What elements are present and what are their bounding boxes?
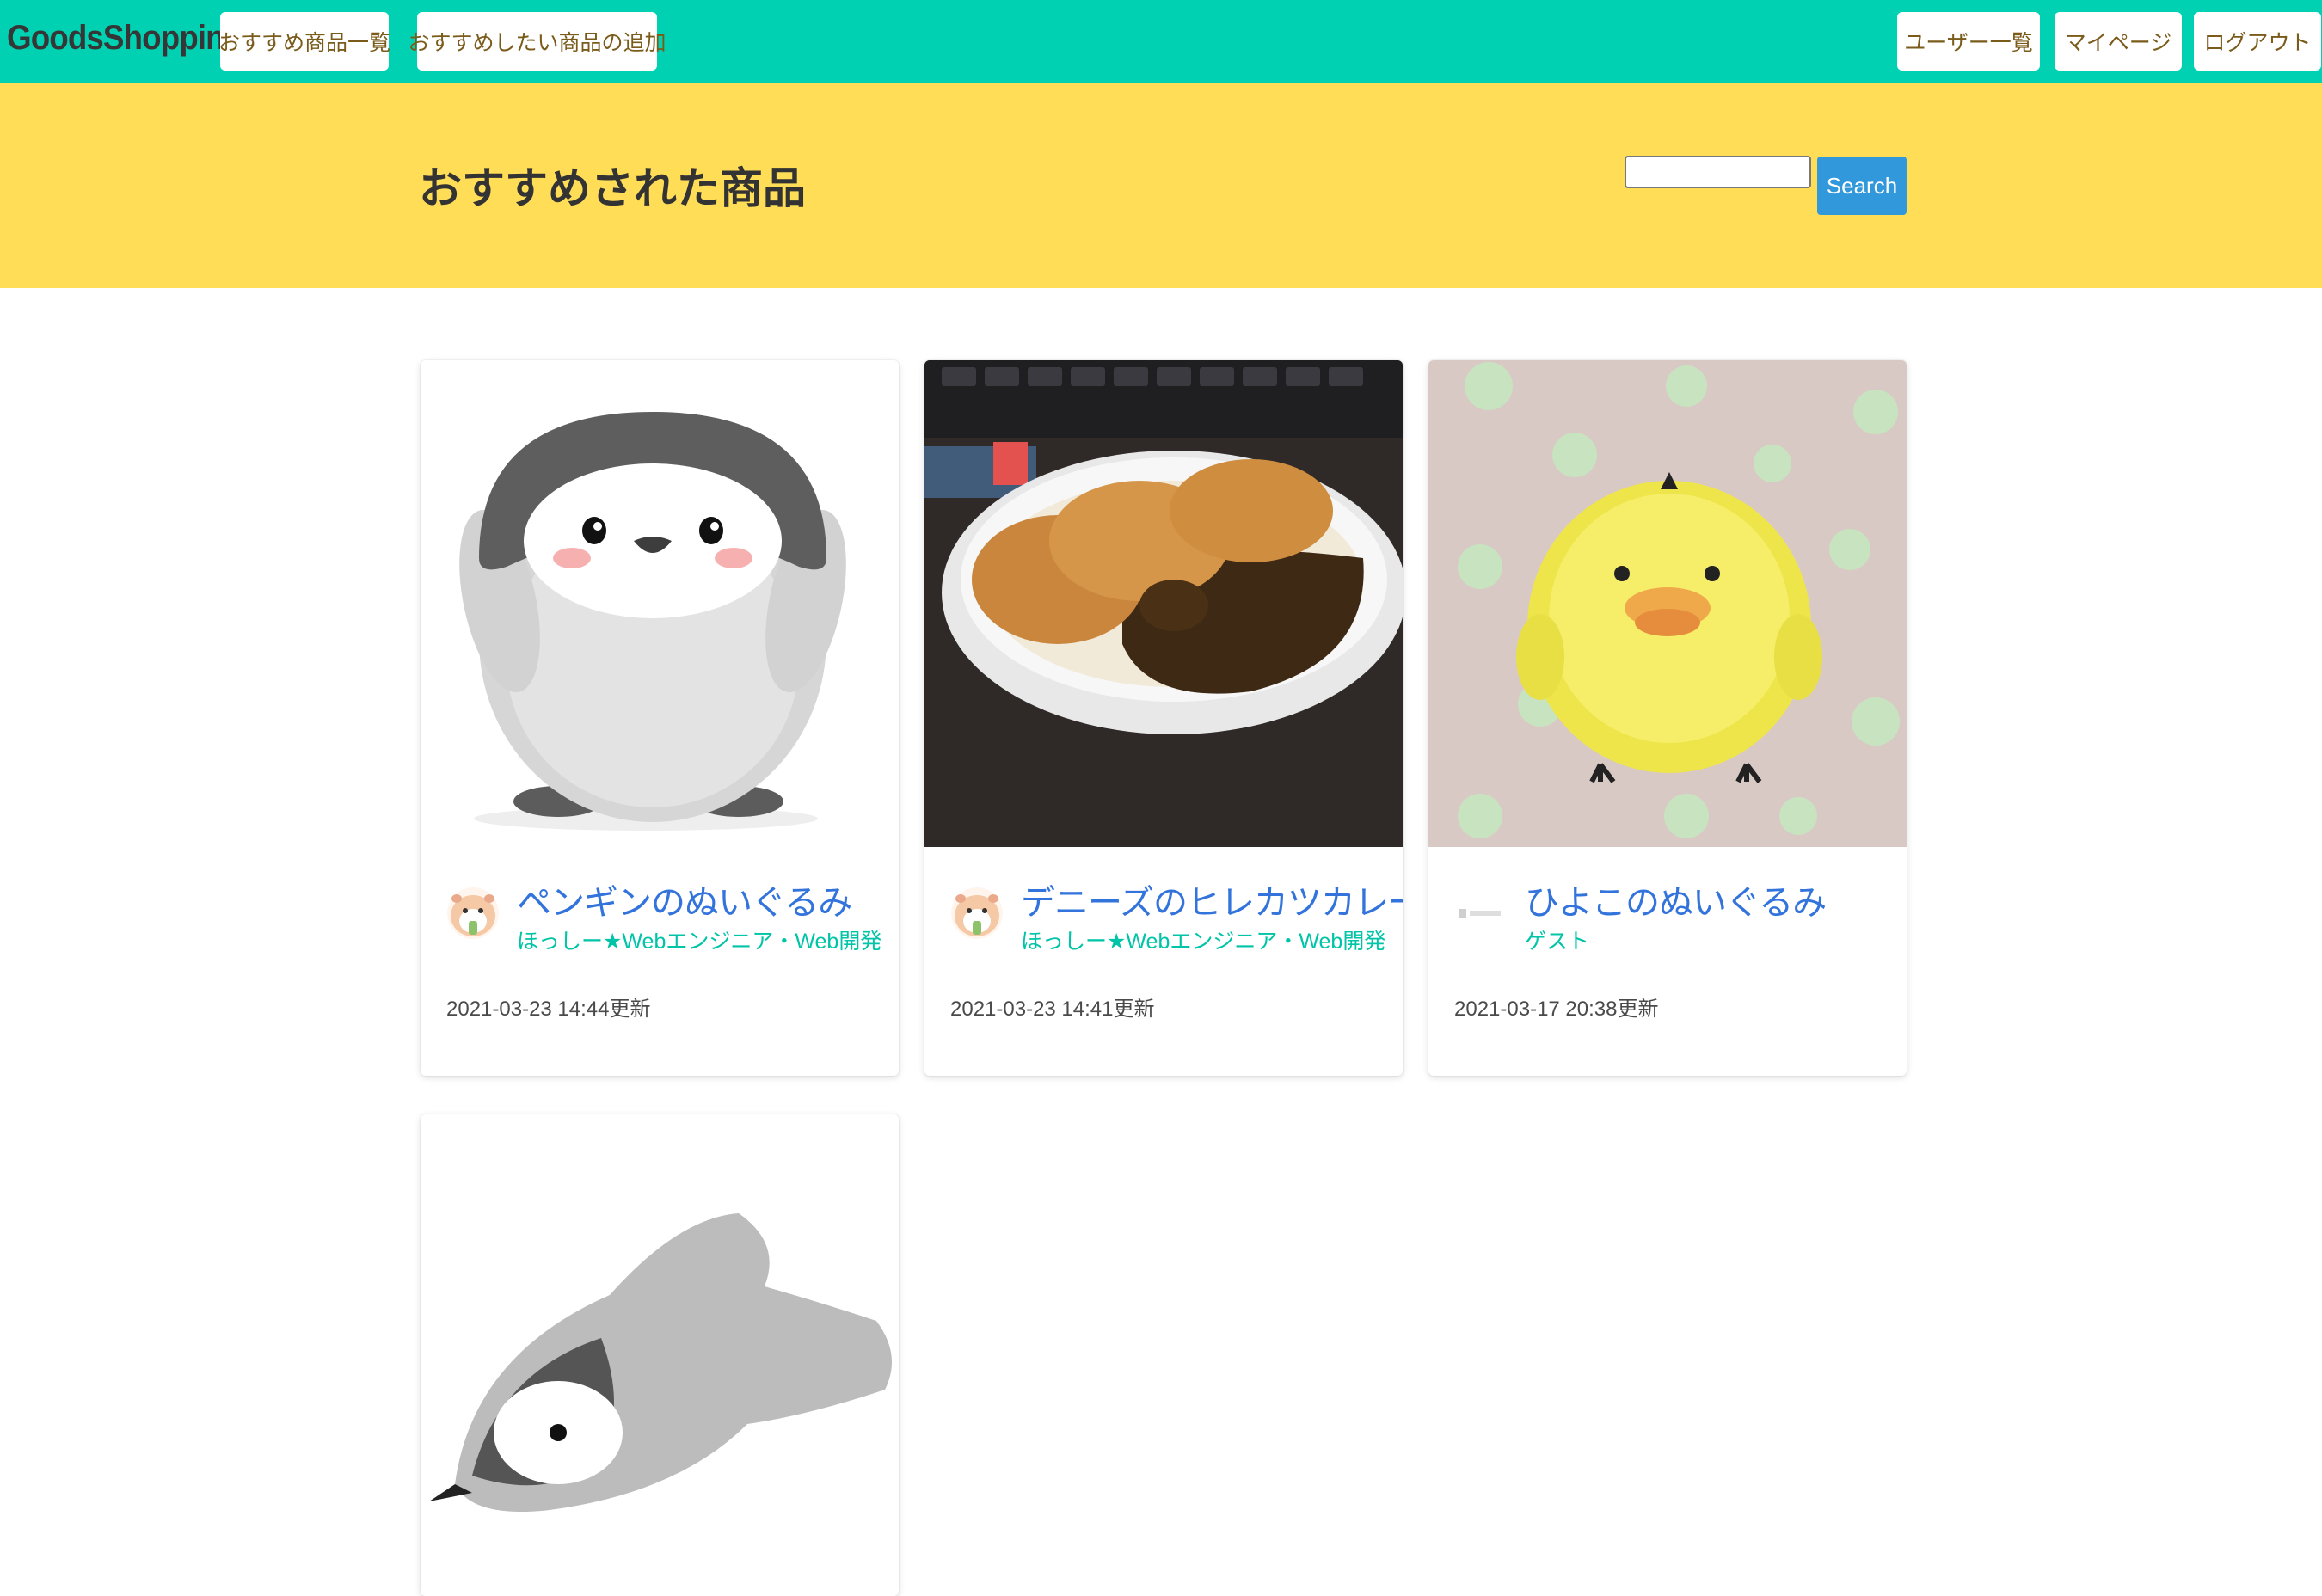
product-user-link[interactable]: ゲスト bbox=[1525, 924, 1589, 955]
nav-user-list-button[interactable]: ユーザー一覧 bbox=[1897, 12, 2040, 71]
user-avatar[interactable] bbox=[950, 887, 1004, 940]
product-updated-date: 2021-03-23 14:41更新 bbox=[950, 998, 1155, 1021]
brand-logo[interactable]: GoodsShopping bbox=[7, 19, 243, 58]
product-image-lying-penguin-plush[interactable] bbox=[421, 1114, 899, 1596]
product-image-katsu-curry[interactable] bbox=[924, 360, 1403, 847]
product-title-link[interactable]: ペンギンのぬいぐるみ bbox=[517, 875, 852, 924]
search-button[interactable]: Search bbox=[1817, 157, 1907, 215]
product-title-link[interactable]: デニーズのヒレカツカレー bbox=[1021, 875, 1403, 924]
product-card[interactable]: ペンギンのぬいぐるみ ほっしー★Webエンジニア・Web開発 2021-03-2… bbox=[421, 360, 899, 1076]
user-avatar[interactable] bbox=[446, 887, 500, 940]
nav-add-recommendation-button[interactable]: おすすめしたい商品の追加 bbox=[408, 12, 666, 71]
product-card[interactable] bbox=[421, 1114, 899, 1596]
hero-banner: おすすめされた商品 Search bbox=[0, 83, 2322, 288]
nav-recommended-list-button[interactable]: おすすめ商品一覧 bbox=[218, 12, 390, 71]
product-card[interactable]: デニーズのヒレカツカレー ほっしー★Webエンジニア・Web開発 2021-03… bbox=[924, 360, 1403, 1076]
page-title: おすすめされた商品 bbox=[419, 164, 806, 212]
nav-logout-button[interactable]: ログアウト bbox=[2194, 12, 2321, 71]
search-input[interactable] bbox=[1625, 156, 1811, 188]
nav-mypage-button[interactable]: マイページ bbox=[2055, 12, 2182, 71]
product-card[interactable]: ひよこのぬいぐるみ ゲスト 2021-03-17 20:38更新 bbox=[1428, 360, 1907, 1076]
product-user-link[interactable]: ほっしー★Webエンジニア・Web開発 bbox=[517, 924, 882, 955]
top-navbar: GoodsShopping おすすめ商品一覧 おすすめしたい商品の追加 ユーザー… bbox=[0, 0, 2322, 83]
product-image-penguin-plush[interactable] bbox=[421, 360, 899, 847]
product-title-link[interactable]: ひよこのぬいぐるみ bbox=[1525, 875, 1827, 924]
product-user-link[interactable]: ほっしー★Webエンジニア・Web開発 bbox=[1021, 924, 1385, 955]
product-image-chick-plush[interactable] bbox=[1428, 360, 1907, 847]
product-updated-date: 2021-03-23 14:44更新 bbox=[446, 998, 651, 1021]
no-image-avatar[interactable] bbox=[1454, 887, 1508, 940]
product-updated-date: 2021-03-17 20:38更新 bbox=[1454, 998, 1659, 1021]
